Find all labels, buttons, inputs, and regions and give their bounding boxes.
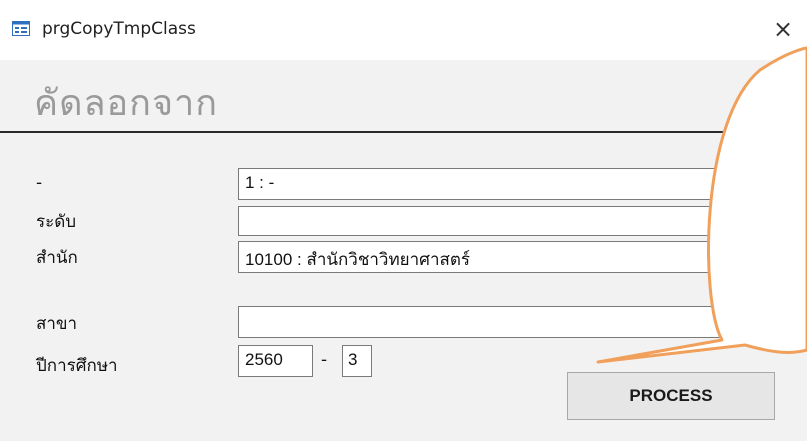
academic-year-label: ปีการศึกษา bbox=[36, 356, 118, 376]
level-dropdown-button[interactable]: ⌄ bbox=[758, 206, 780, 236]
year-term-separator: - bbox=[321, 350, 328, 370]
window-title: prgCopyTmpClass bbox=[42, 19, 196, 39]
program-field[interactable]: 1 : - bbox=[238, 168, 762, 200]
term-field[interactable]: 3 bbox=[342, 345, 372, 377]
form-icon bbox=[12, 21, 30, 36]
close-button[interactable]: × bbox=[768, 14, 798, 44]
field-label-1: - bbox=[36, 173, 43, 193]
chevron-down-icon: ⌄ bbox=[763, 247, 775, 263]
level-label: ระดับ bbox=[36, 212, 77, 232]
process-button[interactable]: PROCESS bbox=[567, 372, 775, 420]
chevron-down-icon: ⌄ bbox=[763, 211, 775, 227]
page-title: คัดลอกจาก bbox=[34, 83, 219, 124]
window-titlebar: prgCopyTmpClass × bbox=[0, 0, 807, 60]
office-dropdown-button[interactable]: ⌄ bbox=[758, 241, 780, 273]
office-label: สำนัก bbox=[36, 248, 78, 268]
level-select[interactable] bbox=[238, 206, 762, 236]
branch-label: สาขา bbox=[36, 314, 78, 334]
header-divider bbox=[0, 131, 807, 133]
branch-field[interactable] bbox=[238, 306, 782, 338]
office-select[interactable]: 10100 : สำนักวิชาวิทยาศาสตร์ bbox=[238, 241, 762, 273]
year-field[interactable]: 2560 bbox=[238, 345, 313, 377]
